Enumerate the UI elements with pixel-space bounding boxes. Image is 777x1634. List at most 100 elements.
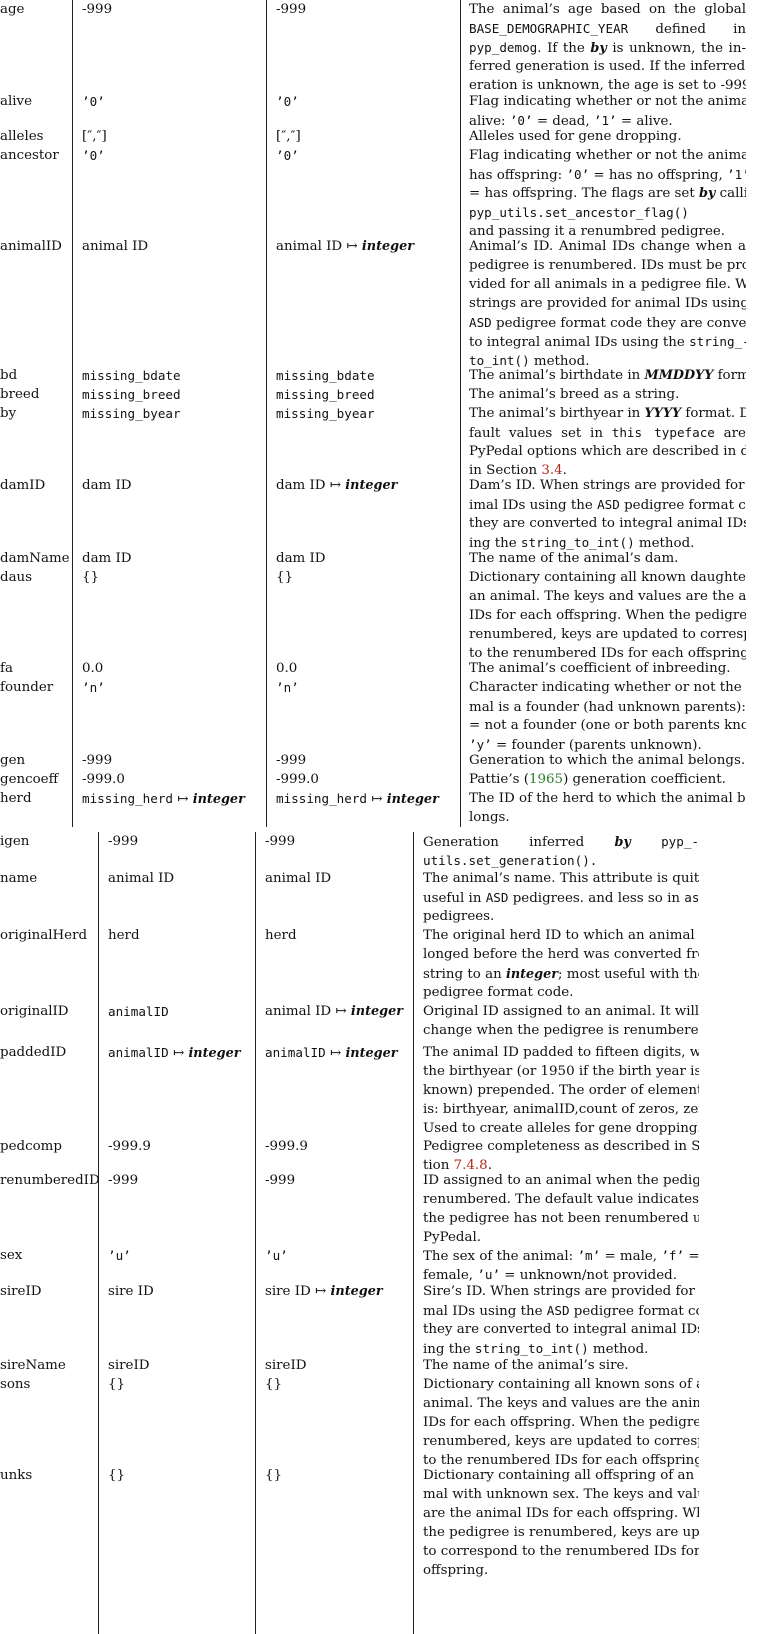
text-run: -999	[276, 753, 307, 768]
description-line: Pedigree completeness as described in Se…	[423, 1137, 699, 1156]
attribute-name: by	[0, 406, 17, 421]
code-text: ’0’	[276, 148, 299, 163]
renumbered-value: {}	[265, 1466, 282, 1485]
emphasis-text: by	[614, 835, 631, 850]
attribute-description: Dictionary containing all known daughter…	[469, 568, 746, 663]
text-run: by	[584, 835, 661, 850]
text-run: fault values set in	[469, 426, 612, 441]
default-value: animal ID	[82, 237, 148, 256]
text-run: Used to create alleles for gene dropping…	[423, 1121, 699, 1136]
text-run: vided for all animals in a pedigree file…	[469, 277, 746, 292]
description-line: Animal’s ID. Animal IDs change when a	[469, 237, 746, 256]
renumbered-value: animal ID	[265, 869, 331, 888]
default-value: -999	[82, 0, 112, 19]
default-value: -999	[108, 832, 138, 851]
text-run: [″,″]	[82, 129, 107, 144]
attribute-description: Character indicating whether or not the …	[469, 678, 746, 754]
default-value: dam ID	[82, 549, 132, 568]
code-text: ’u’	[265, 1248, 288, 1263]
text-run: MMDDYY	[640, 368, 717, 383]
text-run: The animal’s birthyear in	[469, 406, 641, 421]
description-line: animal. The keys and values are the anim…	[423, 1394, 699, 1413]
description-line: the pedigree is renumbered, keys are upd…	[423, 1523, 699, 1542]
text-run: {}	[108, 1377, 126, 1392]
text-run: offspring.	[423, 1563, 489, 1578]
text-run: IDs for each offspring. When the pedigre…	[423, 1415, 699, 1430]
text-run: is: birthyear, animalID,count of zeros, …	[423, 1102, 699, 1117]
text-run: animal ID	[276, 239, 347, 254]
text-run: pedigree format code	[624, 498, 746, 513]
default-value: herd	[108, 926, 140, 945]
description-line: Original ID assigned to an animal. It wi…	[423, 1002, 699, 1021]
description-line: The ID of the herd to which the animal b…	[469, 789, 746, 808]
default-value: ’0’	[82, 146, 105, 166]
attribute-name: originalID	[0, 1004, 69, 1019]
description-line: longed before the herd was converted fro…	[423, 945, 699, 964]
attribute-name: gencoeff	[0, 772, 59, 787]
text-run: are the animal IDs for each offspring. W…	[423, 1506, 699, 1521]
code-text: ASD	[469, 315, 492, 330]
text-run: -999.9	[108, 1139, 151, 1154]
renumbered-value: -999	[265, 832, 295, 851]
description-line: vided for all animals in a pedigree file…	[469, 275, 746, 294]
description-line: fault values set in this typeface are	[469, 423, 746, 442]
renumbered-value: ’0’	[276, 146, 299, 166]
text-run: they are converted to integral animal ID…	[469, 516, 746, 531]
attribute-name: unks	[0, 1468, 33, 1483]
text-run: female,	[423, 1268, 478, 1283]
type-annotation: integer	[386, 792, 439, 807]
attribute-name: breed	[0, 387, 40, 402]
description-line: IDs for each offspring. When the pedigre…	[469, 606, 746, 625]
text-run: longs.	[469, 810, 510, 825]
text-run: ID assigned to an animal when the pedigr…	[423, 1173, 699, 1188]
text-run: YYYY	[640, 406, 685, 421]
text-run: The name of the animal’s dam.	[469, 551, 679, 566]
column-rule	[413, 832, 414, 1634]
description-line: mal IDs using the ASD pedigree format co…	[423, 1301, 699, 1320]
renumbered-value: -999	[276, 751, 306, 770]
renumbered-value: animal ID ↦ integer	[265, 1002, 403, 1021]
default-value: ’0’	[82, 92, 105, 112]
description-line: are the animal IDs for each offspring. W…	[423, 1504, 699, 1523]
renumbered-value: sireID	[265, 1356, 307, 1375]
code-text: missing_bdate	[82, 368, 181, 383]
description-line: imal IDs using the ASD pedigree format c…	[469, 495, 746, 514]
code-text: ’1’	[726, 167, 746, 182]
attribute-name: sireID	[0, 1284, 42, 1299]
description-line: Generation inferred by pyp_-	[423, 832, 699, 851]
text-run: mal IDs using the	[423, 1304, 547, 1319]
description-line: string to an integer; most useful with t…	[423, 964, 699, 983]
default-value: missing_bdate	[82, 366, 181, 386]
attribute-description: The ID of the herd to which the animal b…	[469, 789, 746, 827]
code-text: ’y’	[469, 737, 492, 752]
description-line: Flag indicating whether or not the anima…	[469, 146, 746, 165]
renumbered-value: herd	[265, 926, 297, 945]
description-line: renumbered. The default value indicates …	[423, 1190, 699, 1209]
citation-link[interactable]: 1965	[529, 772, 563, 787]
column-rule	[460, 0, 461, 827]
description-line: pedigrees.	[423, 907, 699, 926]
text-run: they are converted to integral animal ID…	[423, 1322, 699, 1337]
text-run: Original ID assigned to an animal. It wi…	[423, 1004, 699, 1019]
text-run: = male,	[600, 1249, 662, 1264]
attribute-description: Flag indicating whether or not the anima…	[469, 146, 746, 241]
text-run: 0.0	[276, 661, 298, 676]
description-line: mal with unknown sex. The keys and value…	[423, 1485, 699, 1504]
code-text: ASD	[597, 497, 620, 512]
text-run: Alleles used for gene dropping.	[469, 129, 682, 144]
code-text: BASE_DEMOGRAPHIC_YEAR	[469, 21, 629, 36]
text-run: renumbered, keys are updated to correspo…	[423, 1434, 699, 1449]
description-line: = not a founder (one or both parents kno…	[469, 716, 746, 735]
code-text: string_-	[689, 334, 746, 349]
text-run: renumbered. The default value indicates …	[423, 1192, 699, 1207]
code-text: animalID	[265, 1045, 326, 1060]
description-line: utils.set_generation().	[423, 851, 699, 870]
text-run: the birthyear (or 1950 if the birth year…	[423, 1064, 699, 1079]
renumbered-value: -999.9	[265, 1137, 308, 1156]
attribute-name: ancestor	[0, 148, 59, 163]
text-run: herd	[265, 928, 297, 943]
attribute-table-part-1: age -999 -999 The animal’s age based on the…	[0, 0, 777, 827]
code-text: missing_breed	[276, 387, 375, 402]
code-text: ’0’	[82, 94, 105, 109]
code-text: ’n’	[276, 680, 299, 695]
